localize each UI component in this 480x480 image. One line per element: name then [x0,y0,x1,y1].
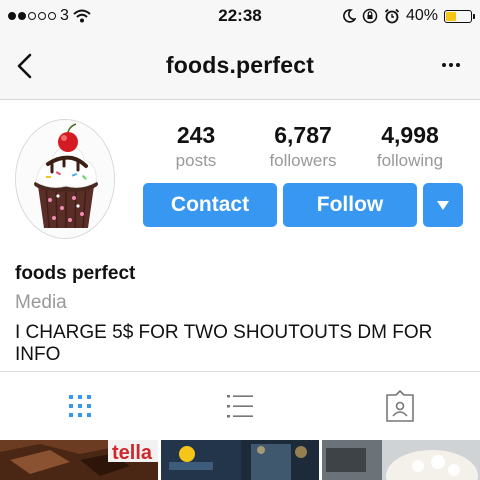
suggestions-dropdown-button[interactable] [423,183,463,227]
grid-photo[interactable] [161,440,319,480]
profile-name: foods perfect [15,263,136,284]
profile-tabs [0,371,480,440]
grid-photo-image [322,440,480,480]
tab-list[interactable] [224,390,256,422]
contact-button[interactable]: Contact [143,183,277,227]
following-count: 4,998 [381,122,439,148]
nav-bar: foods.perfect [0,32,480,100]
profile-category: Media [15,292,67,313]
profile-bio: I CHARGE 5$ FOR TWO SHOUTOUTS DM FOR INF… [15,322,433,365]
stat-followers[interactable]: 6,787 followers [258,122,348,172]
following-label: following [376,151,444,170]
status-bar: 3 22:38 40% [0,0,480,32]
more-dots-icon[interactable] [442,63,460,67]
status-left: 3 [8,6,91,26]
tab-tagged[interactable] [384,390,416,422]
cupcake-avatar[interactable] [15,119,115,239]
svg-text:tella: tella [112,442,153,464]
cupcake-image [16,120,114,238]
alarm-icon [384,8,400,24]
grid-photo-image: tella [0,440,158,480]
grid-photo[interactable] [322,440,480,480]
battery-icon [444,9,475,23]
followers-label: followers [269,151,337,170]
lock-rotation-icon [362,8,378,24]
profile-username-title: foods.perfect [165,52,315,78]
stat-following[interactable]: 4,998 following [365,122,455,172]
followers-count: 6,787 [274,122,332,148]
tagged-icon [386,390,414,422]
photo-grid: tella [0,440,480,480]
wifi-icon [73,9,91,23]
stat-posts: 243 posts [156,122,236,172]
carrier-label: 3 [60,7,69,24]
caret-down-icon [437,200,449,210]
posts-label: posts [175,151,217,170]
moon-icon [343,9,356,23]
follow-button[interactable]: Follow [283,183,417,227]
battery-percent: 40% [405,7,438,24]
list-icon [227,395,253,418]
grid-icon [69,395,91,417]
status-right: 40% [343,6,475,26]
grid-photo[interactable]: tella [0,440,158,480]
signal-dots-icon [8,12,56,20]
posts-count: 243 [176,122,216,148]
grid-photo-image [161,440,319,480]
tab-grid[interactable] [64,390,96,422]
